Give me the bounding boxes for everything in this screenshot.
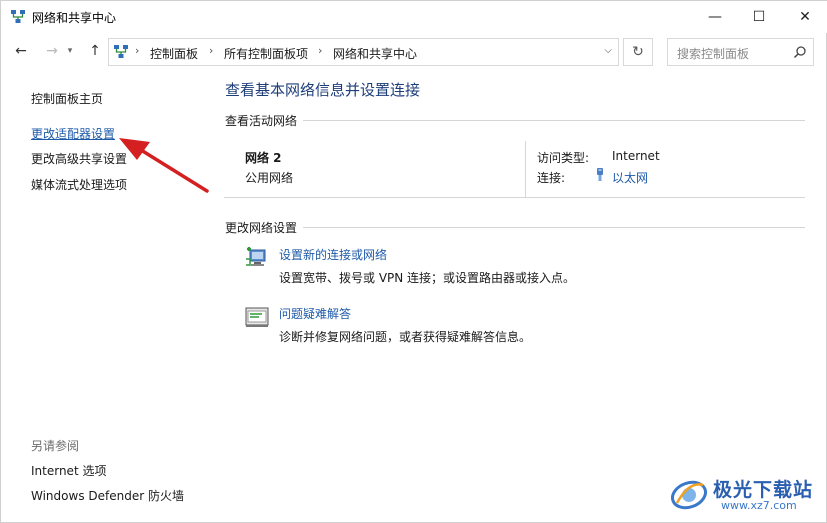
network-category[interactable]: 公用网络	[245, 169, 293, 186]
active-networks-heading: 查看活动网络	[225, 114, 298, 128]
page-title: 查看基本网络信息并设置连接	[225, 81, 421, 99]
divider	[303, 227, 805, 228]
navigation-bar: ← → ▾ ↑ › 控制面板 › 所有控制面板项 › 网络和共享中心 ⌵ ↻ 搜…	[1, 35, 827, 69]
breadcrumb-all-items[interactable]: 所有控制面板项	[224, 45, 308, 62]
access-type-value: Internet	[612, 149, 660, 163]
title-bar: 网络和共享中心 — ☐ ✕	[1, 1, 827, 33]
sidebar-item-advanced-sharing[interactable]: 更改高级共享设置	[31, 150, 127, 167]
watermark-logo-icon	[671, 480, 707, 510]
troubleshoot-problems-link[interactable]: 问题疑难解答	[279, 305, 351, 322]
minimize-button[interactable]: —	[692, 1, 738, 33]
search-placeholder: 搜索控制面板	[677, 47, 750, 61]
forward-button[interactable]: →	[41, 40, 63, 62]
network-name: 网络 2	[245, 151, 282, 165]
breadcrumb-separator[interactable]: ›	[135, 44, 139, 57]
breadcrumb-network-center[interactable]: 网络和共享中心	[333, 45, 417, 62]
search-icon[interactable]	[793, 45, 807, 59]
connection-label: 连接:	[537, 171, 566, 185]
address-bar[interactable]: › 控制面板 › 所有控制面板项 › 网络和共享中心 ⌵	[108, 38, 619, 66]
network-center-icon	[11, 10, 25, 23]
breadcrumb-control-panel[interactable]: 控制面板	[150, 45, 198, 62]
troubleshoot-problems-description: 诊断并修复网络问题，或者获得疑难解答信息。	[279, 330, 532, 344]
network-center-icon	[114, 45, 128, 58]
refresh-button[interactable]: ↻	[623, 38, 653, 66]
divider	[303, 120, 805, 121]
chevron-down-icon[interactable]: ⌵	[604, 45, 612, 56]
access-type-label: 访问类型:	[537, 151, 590, 165]
divider	[525, 141, 526, 198]
close-button[interactable]: ✕	[782, 1, 827, 33]
back-button[interactable]: ←	[10, 40, 32, 62]
watermark-name: 极光下载站	[713, 479, 814, 501]
breadcrumb-separator[interactable]: ›	[209, 44, 213, 57]
setup-new-connection-description: 设置宽带、拨号或 VPN 连接；或设置路由器或接入点。	[279, 271, 576, 285]
ethernet-plug-icon[interactable]	[595, 167, 605, 183]
sidebar-item-media-streaming[interactable]: 媒体流式处理选项	[31, 176, 127, 193]
see-also-windows-defender-firewall[interactable]: Windows Defender 防火墙	[31, 487, 184, 504]
setup-new-connection-link[interactable]: 设置新的连接或网络	[279, 246, 387, 263]
sidebar-item-control-panel-home[interactable]: 控制面板主页	[31, 90, 103, 107]
breadcrumb-separator[interactable]: ›	[318, 44, 322, 57]
new-connection-icon	[246, 247, 266, 266]
connection-ethernet-link[interactable]: 以太网	[612, 169, 648, 186]
up-button[interactable]: ↑	[84, 40, 106, 62]
window-title: 网络和共享中心	[32, 11, 117, 25]
control-panel-window: 网络和共享中心 — ☐ ✕ ← → ▾ ↑ › 控制面板 › 所有控制面板项 ›…	[0, 0, 827, 523]
see-also-heading: 另请参阅	[31, 439, 80, 453]
recent-locations-button[interactable]: ▾	[63, 40, 77, 62]
watermark-url: www.xz7.com	[721, 499, 797, 512]
watermark: 极光下载站 www.xz7.com	[669, 469, 821, 519]
troubleshoot-icon	[245, 307, 269, 327]
change-settings-heading: 更改网络设置	[225, 221, 298, 235]
search-box[interactable]: 搜索控制面板	[667, 38, 814, 66]
see-also-internet-options[interactable]: Internet 选项	[31, 462, 106, 479]
sidebar-item-change-adapter-settings[interactable]: 更改适配器设置	[31, 125, 115, 142]
maximize-button[interactable]: ☐	[736, 1, 782, 33]
divider	[224, 197, 805, 198]
